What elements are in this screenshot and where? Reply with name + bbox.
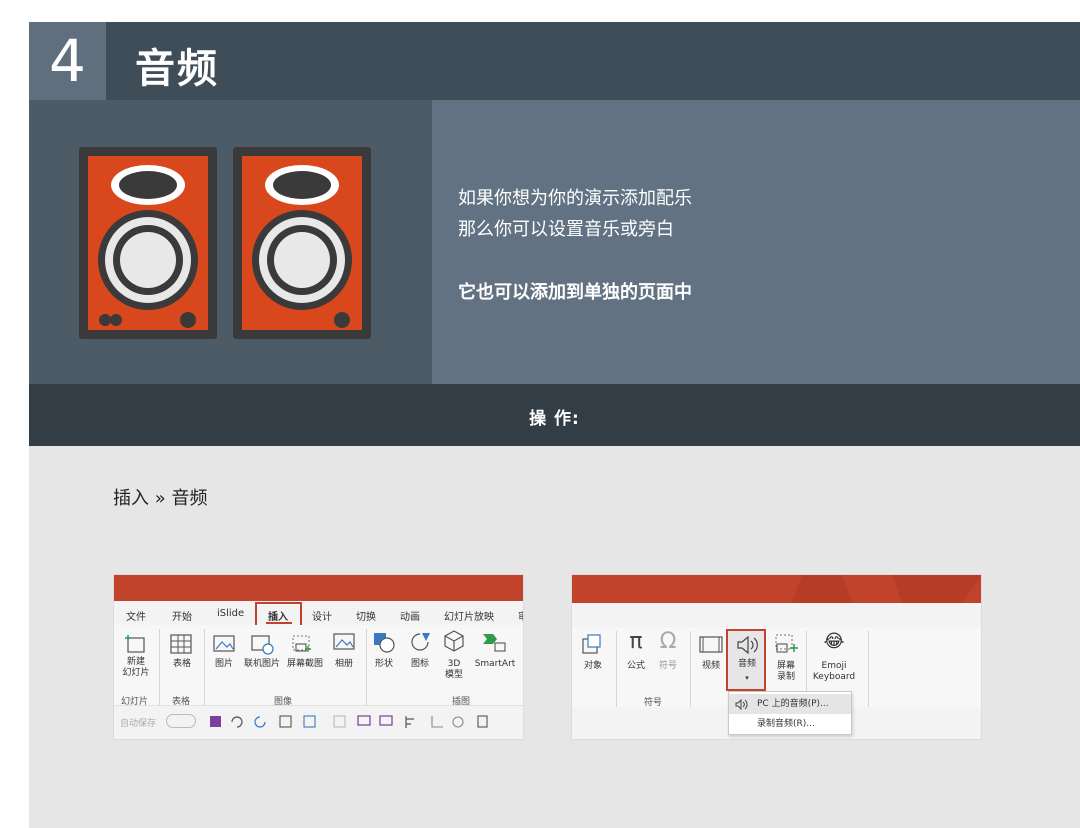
separator	[868, 631, 869, 707]
section-header: 4 音频	[29, 22, 1080, 100]
description-line-3: 它也可以添加到单独的页面中	[458, 282, 692, 303]
object-button[interactable]: 对象	[578, 661, 608, 672]
audio-button-label: 音频	[737, 659, 756, 669]
album-icon	[333, 633, 355, 650]
tab-transitions[interactable]: 切换	[356, 608, 376, 623]
group-symbols: 符号	[644, 698, 663, 708]
audio-menu-screenshot: 对象 π 公式 Ω 符号 视频 屏幕 录制 😂 Emoji Keyboard 符…	[571, 574, 982, 740]
instruction-area: 插入 » 音频 文件 开始 iSlide 插入 设计 切换 动画 幻灯片放映 审	[29, 446, 1080, 828]
menu-item-label: 录制音频(R)...	[757, 719, 815, 729]
shapes-button[interactable]: 形状	[370, 659, 398, 670]
slide-page: 4 音频 如果你想为你的演示添加配乐 那么你可以设置音乐或旁白 它也可以添加到单…	[29, 22, 1080, 828]
equation-button[interactable]: 公式	[622, 661, 650, 672]
shapes-icon	[374, 633, 395, 653]
smartart-button[interactable]: SmartArt	[470, 659, 520, 670]
3d-model-icon	[444, 630, 464, 652]
album-button[interactable]: 相册	[330, 659, 358, 670]
screen-record-button[interactable]: 屏幕 录制	[772, 661, 800, 683]
description-line-2: 那么你可以设置音乐或旁白	[458, 219, 674, 240]
title-bar-decoration	[792, 575, 981, 603]
chevron-down-icon: ▾	[745, 674, 749, 682]
separator	[616, 631, 617, 707]
table-button[interactable]: 表格	[168, 659, 196, 670]
description-line-1: 如果你想为你的演示添加配乐	[458, 188, 692, 209]
tab-animations[interactable]: 动画	[400, 608, 420, 623]
audio-dropdown-menu: PC 上的音频(P)... 录制音频(R)...	[728, 691, 852, 735]
menu-item-record-audio[interactable]: 录制音频(R)...	[729, 714, 851, 734]
insert-ribbon-screenshot: 文件 开始 iSlide 插入 设计 切换 动画 幻灯片放映 审 新建幻灯片	[113, 574, 524, 740]
video-icon	[699, 636, 723, 653]
picture-icon	[213, 635, 235, 652]
emoji-keyboard-button[interactable]: Emoji Keyboard	[806, 661, 862, 683]
equation-icon: π	[629, 629, 643, 654]
smartart-icon	[483, 634, 506, 652]
quick-access-toolbar: 自动保存	[114, 705, 523, 739]
screen-record-icon	[775, 634, 798, 653]
new-slide-button[interactable]: 新建 幻灯片	[122, 657, 150, 679]
tab-slideshow[interactable]: 幻灯片放映	[444, 608, 494, 623]
speaker-icon	[737, 635, 758, 655]
separator	[204, 629, 205, 705]
speaker-icon	[735, 699, 748, 710]
separator	[690, 631, 691, 707]
insert-ribbon: 新建 幻灯片 表格 图片 联机图片 屏幕截图 相册 形状 图标 3D 模型 Sm…	[114, 625, 523, 707]
menu-path: 插入 » 音频	[113, 488, 208, 509]
speaker-illustration-panel	[29, 100, 432, 384]
online-picture-icon	[251, 635, 274, 655]
tab-design[interactable]: 设计	[312, 608, 332, 623]
symbol-button[interactable]: 符号	[654, 661, 682, 672]
title-bar	[572, 575, 981, 603]
video-button[interactable]: 视频	[696, 661, 726, 672]
speakers-icon	[79, 147, 371, 339]
online-picture-button[interactable]: 联机图片	[240, 659, 284, 670]
screenshot-icon	[292, 635, 311, 652]
table-icon	[170, 634, 192, 654]
menu-item-label: PC 上的音频(P)...	[757, 699, 829, 709]
tab-file[interactable]: 文件	[126, 608, 146, 623]
operation-bar: 操 作:	[29, 384, 1080, 446]
operation-label: 操 作:	[529, 409, 580, 429]
insert-tab-underline	[266, 622, 292, 624]
emoji-icon: 😂	[823, 631, 845, 652]
screenshot-button[interactable]: 屏幕截图	[284, 659, 326, 670]
ribbon-tabs: 文件 开始 iSlide 插入 设计 切换 动画 幻灯片放映 审	[114, 601, 523, 630]
picture-button[interactable]: 图片	[210, 659, 238, 670]
separator	[159, 629, 160, 705]
autosave-toggle[interactable]	[166, 714, 196, 728]
tab-review[interactable]: 审	[518, 608, 523, 623]
autosave-label: 自动保存	[120, 719, 157, 729]
icons-button[interactable]: 图标	[406, 659, 434, 670]
audio-button[interactable]: 音频 ▾	[726, 629, 766, 691]
separator	[366, 629, 367, 705]
title-bar	[114, 575, 523, 601]
new-slide-icon	[125, 635, 145, 653]
tab-home[interactable]: 开始	[172, 608, 192, 623]
description-panel: 如果你想为你的演示添加配乐 那么你可以设置音乐或旁白 它也可以添加到单独的页面中	[432, 100, 1080, 384]
section-title: 音频	[135, 46, 219, 92]
icons-icon	[411, 633, 430, 651]
object-icon	[582, 634, 601, 654]
quick-access-icons	[210, 715, 488, 728]
menu-item-audio-on-pc[interactable]: PC 上的音频(P)...	[729, 694, 851, 714]
section-number: 4	[29, 22, 106, 100]
3d-model-button[interactable]: 3D 模型	[441, 659, 467, 681]
symbol-icon: Ω	[659, 629, 677, 654]
tab-islide[interactable]: iSlide	[217, 608, 244, 619]
